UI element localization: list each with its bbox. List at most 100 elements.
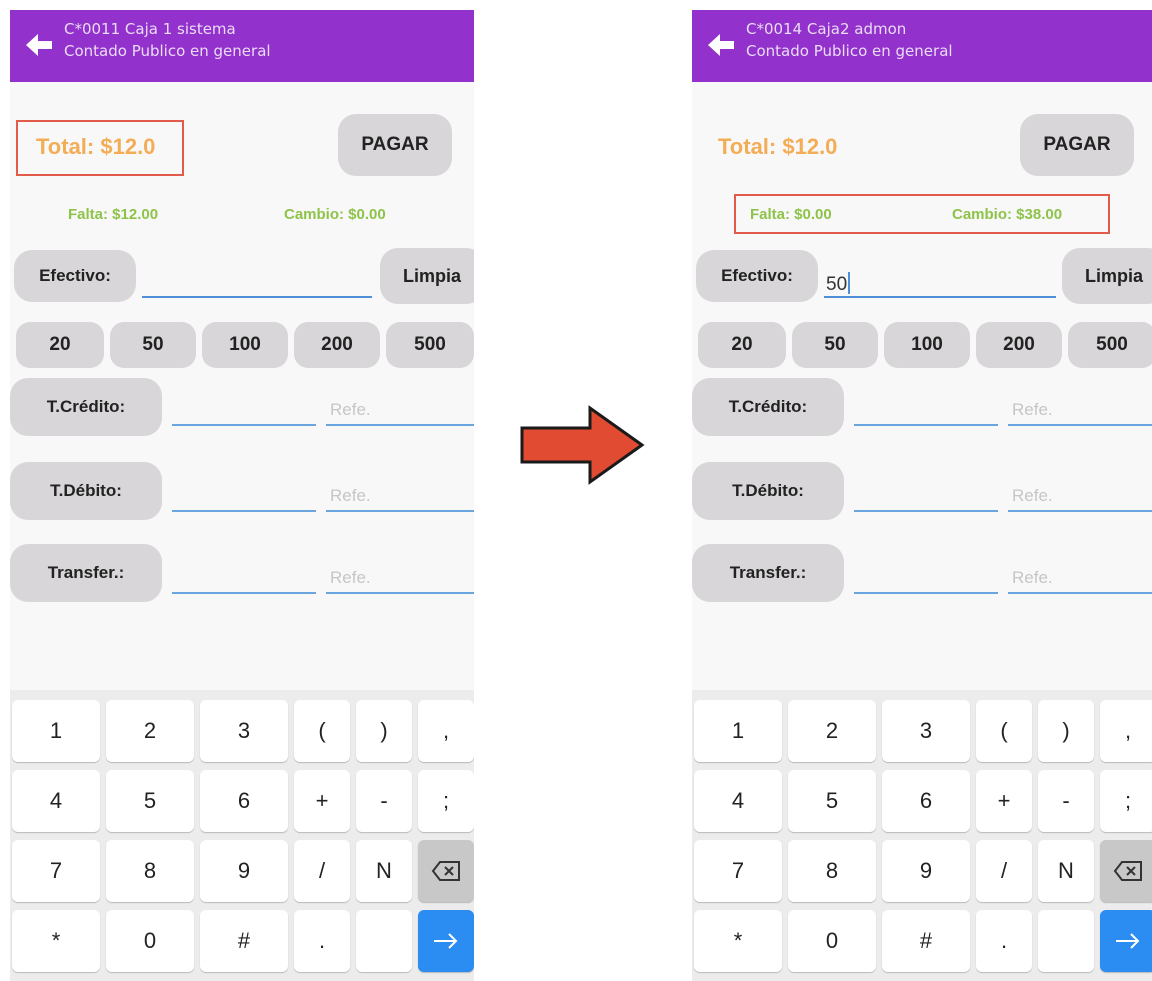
credit-reference-placeholder: Refe. (1012, 400, 1053, 419)
key-n[interactable]: N (1038, 840, 1094, 902)
key-8[interactable]: 8 (788, 840, 876, 902)
quick-amount-200[interactable]: 200 (294, 322, 380, 368)
key-2[interactable]: 2 (788, 700, 876, 762)
clear-button[interactable]: Limpia (1062, 248, 1152, 304)
key-slash[interactable]: / (976, 840, 1032, 902)
debit-reference-input[interactable] (1008, 510, 1152, 512)
key-open-paren[interactable]: ( (976, 700, 1032, 762)
arrow-right-icon (1116, 933, 1140, 949)
back-arrow-icon[interactable] (24, 30, 54, 60)
key-plus[interactable]: + (294, 770, 350, 832)
key-1[interactable]: 1 (694, 700, 782, 762)
key-plus[interactable]: + (976, 770, 1032, 832)
key-space[interactable] (1038, 910, 1094, 972)
quick-amount-20[interactable]: 20 (698, 322, 786, 368)
key-period[interactable]: . (976, 910, 1032, 972)
key-7[interactable]: 7 (12, 840, 100, 902)
transfer-reference-input[interactable] (326, 592, 474, 594)
key-asterisk[interactable]: * (694, 910, 782, 972)
key-7[interactable]: 7 (694, 840, 782, 902)
register-title: C*0014 Caja2 admon (746, 20, 907, 38)
debit-card-button[interactable]: T.Débito: (10, 462, 162, 520)
arrow-right-icon (434, 933, 458, 949)
customer-subtitle: Contado Publico en general (64, 42, 271, 60)
debit-card-button[interactable]: T.Débito: (692, 462, 844, 520)
cash-input[interactable] (142, 296, 372, 298)
quick-amount-500[interactable]: 500 (1068, 322, 1152, 368)
key-enter[interactable] (418, 910, 474, 972)
key-9[interactable]: 9 (200, 840, 288, 902)
key-6[interactable]: 6 (200, 770, 288, 832)
debit-amount-input[interactable] (172, 510, 316, 512)
cash-button[interactable]: Efectivo: (14, 250, 136, 302)
register-title: C*0011 Caja 1 sistema (64, 20, 236, 38)
backspace-icon (431, 861, 460, 881)
key-close-paren[interactable]: ) (1038, 700, 1094, 762)
credit-card-button[interactable]: T.Crédito: (10, 378, 162, 436)
key-asterisk[interactable]: * (12, 910, 100, 972)
key-3[interactable]: 3 (882, 700, 970, 762)
key-semicolon[interactable]: ; (1100, 770, 1152, 832)
cash-input[interactable] (824, 296, 1056, 298)
key-space[interactable] (356, 910, 412, 972)
pay-button[interactable]: PAGAR (338, 114, 452, 176)
quick-amount-20[interactable]: 20 (16, 322, 104, 368)
clear-button[interactable]: Limpia (380, 248, 474, 304)
quick-amount-100[interactable]: 100 (202, 322, 288, 368)
key-hash[interactable]: # (882, 910, 970, 972)
transfer-reference-placeholder: Refe. (1012, 568, 1053, 587)
key-n[interactable]: N (356, 840, 412, 902)
key-semicolon[interactable]: ; (418, 770, 474, 832)
transfer-reference-input[interactable] (1008, 592, 1152, 594)
key-4[interactable]: 4 (12, 770, 100, 832)
transfer-button[interactable]: Transfer.: (692, 544, 844, 602)
key-comma[interactable]: , (418, 700, 474, 762)
key-open-paren[interactable]: ( (294, 700, 350, 762)
quick-amount-50[interactable]: 50 (110, 322, 196, 368)
key-slash[interactable]: / (294, 840, 350, 902)
key-3[interactable]: 3 (200, 700, 288, 762)
back-arrow-icon[interactable] (706, 30, 736, 60)
credit-card-button[interactable]: T.Crédito: (692, 378, 844, 436)
total-amount: Total: $12.0 (718, 134, 838, 159)
key-6[interactable]: 6 (882, 770, 970, 832)
quick-amount-50[interactable]: 50 (792, 322, 878, 368)
key-0[interactable]: 0 (788, 910, 876, 972)
transfer-button[interactable]: Transfer.: (10, 544, 162, 602)
key-hash[interactable]: # (200, 910, 288, 972)
quick-amount-500[interactable]: 500 (386, 322, 474, 368)
debit-amount-input[interactable] (854, 510, 998, 512)
key-4[interactable]: 4 (694, 770, 782, 832)
customer-subtitle: Contado Publico en general (746, 42, 953, 60)
key-5[interactable]: 5 (788, 770, 876, 832)
quick-amount-100[interactable]: 100 (884, 322, 970, 368)
key-minus[interactable]: - (1038, 770, 1094, 832)
app-bar: C*0014 Caja2 admon Contado Publico en ge… (692, 10, 1152, 82)
credit-amount-input[interactable] (172, 424, 316, 426)
key-1[interactable]: 1 (12, 700, 100, 762)
key-comma[interactable]: , (1100, 700, 1152, 762)
pay-button[interactable]: PAGAR (1020, 114, 1134, 176)
transfer-amount-input[interactable] (854, 592, 998, 594)
key-period[interactable]: . (294, 910, 350, 972)
quick-amount-200[interactable]: 200 (976, 322, 1062, 368)
credit-reference-input[interactable] (1008, 424, 1152, 426)
key-2[interactable]: 2 (106, 700, 194, 762)
key-backspace[interactable] (418, 840, 474, 902)
cash-input-value[interactable]: 50 (826, 272, 851, 296)
key-backspace[interactable] (1100, 840, 1152, 902)
transfer-amount-input[interactable] (172, 592, 316, 594)
key-minus[interactable]: - (356, 770, 412, 832)
backspace-icon (1113, 861, 1142, 881)
key-8[interactable]: 8 (106, 840, 194, 902)
numeric-keyboard: 1 2 3 ( ) , 4 5 6 + - ; 7 8 9 / N * 0 # … (692, 690, 1152, 981)
key-9[interactable]: 9 (882, 840, 970, 902)
cash-button[interactable]: Efectivo: (696, 250, 818, 302)
credit-amount-input[interactable] (854, 424, 998, 426)
key-0[interactable]: 0 (106, 910, 194, 972)
credit-reference-input[interactable] (326, 424, 474, 426)
key-5[interactable]: 5 (106, 770, 194, 832)
key-close-paren[interactable]: ) (356, 700, 412, 762)
key-enter[interactable] (1100, 910, 1152, 972)
debit-reference-input[interactable] (326, 510, 474, 512)
